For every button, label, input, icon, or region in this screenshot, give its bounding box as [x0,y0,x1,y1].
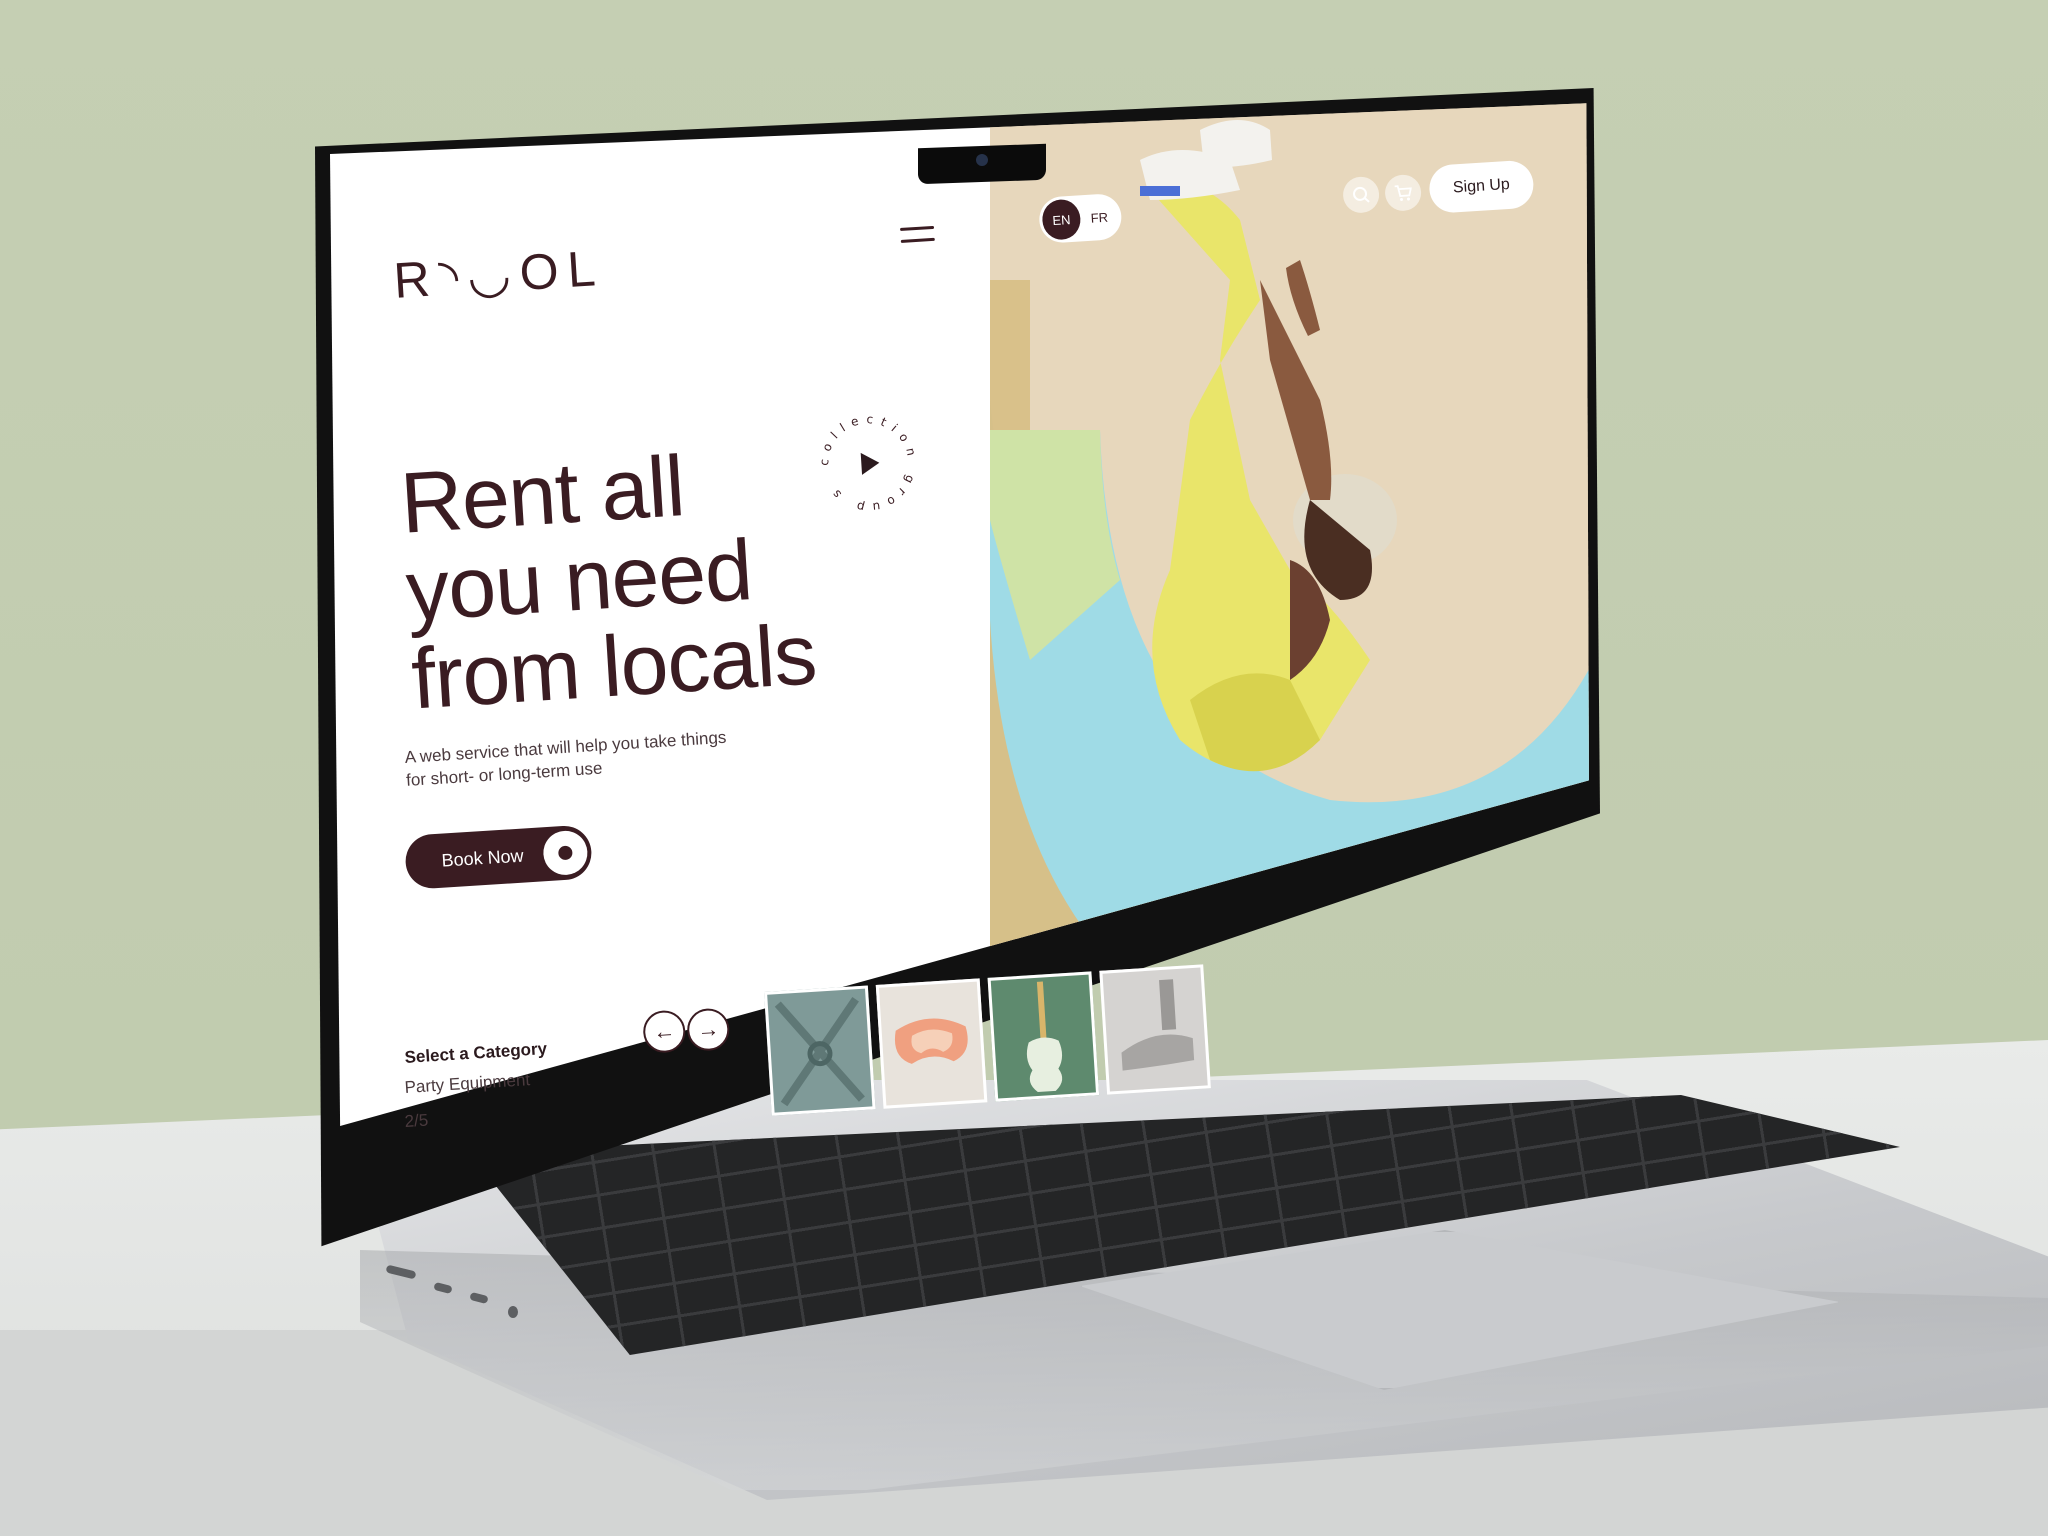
thumbnail-goggles[interactable] [875,978,988,1109]
menu-icon[interactable] [900,225,935,248]
toggle-knob-icon [542,829,589,877]
language-option-fr[interactable]: FR [1079,196,1119,238]
thumbnail-vacuum[interactable] [1099,964,1211,1095]
language-option-en[interactable]: EN [1041,198,1082,241]
goggles-image [894,1018,968,1064]
hero-subtitle: A web service that will help you take th… [404,727,727,790]
search-button[interactable] [1342,175,1381,214]
website: R◝◡OL Rent all you need from locals A we… [0,0,2048,1536]
category-page-indicator: 2/5 [404,1110,429,1131]
guitar-image [1026,981,1063,1093]
prev-arrow-button[interactable]: ← [642,1009,687,1054]
category-title: Select a Category [404,1039,548,1067]
book-now-label: Book Now [440,845,525,871]
cart-icon [1394,185,1412,201]
thumbnail-guitar[interactable] [987,971,1100,1102]
arrow-right-icon: → [696,1015,721,1043]
arrow-left-icon: ← [652,1017,677,1045]
category-thumbnails [764,964,1211,1116]
play-icon: collection group s [814,409,923,518]
book-now-button[interactable]: Book Now [404,824,594,890]
collection-play-badge[interactable]: collection group s [810,405,927,522]
thumbnail-chair[interactable] [764,985,876,1116]
cart-button[interactable] [1384,173,1423,212]
search-icon [1353,186,1370,203]
chair-image [774,997,865,1107]
next-arrow-button[interactable]: → [686,1007,731,1052]
vacuum-image [1121,979,1195,1071]
language-switcher[interactable]: EN FR [1038,192,1123,244]
site-logo[interactable]: R◝◡OL [392,239,606,310]
sign-up-button[interactable]: Sign Up [1428,159,1535,214]
category-value[interactable]: Party Equipment [404,1070,531,1098]
